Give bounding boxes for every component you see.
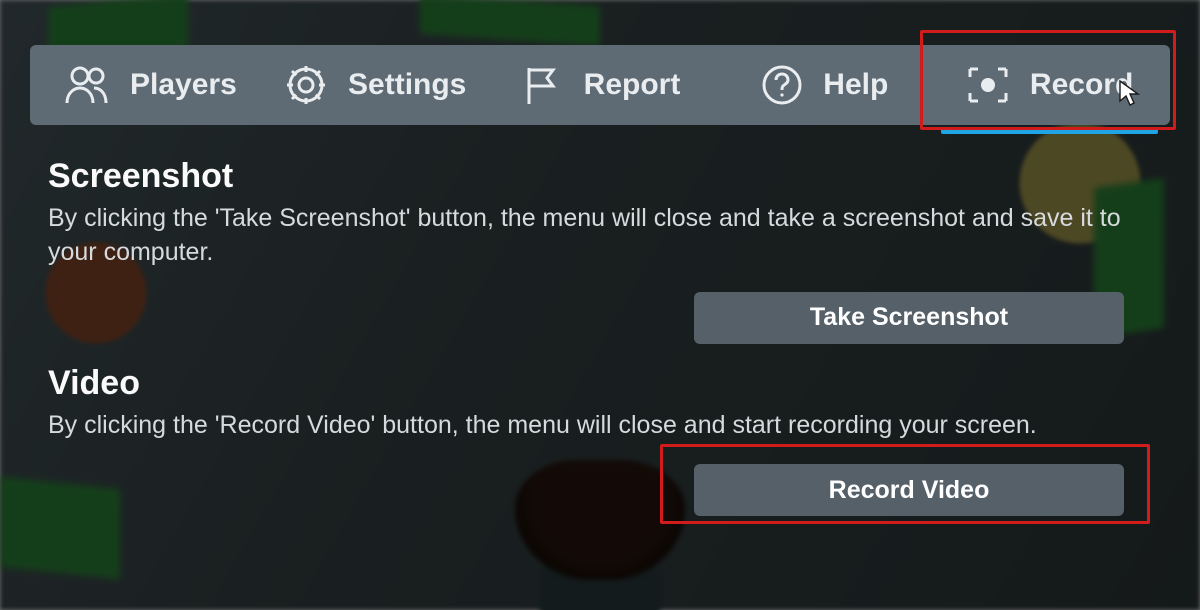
tab-settings[interactable]: Settings — [263, 53, 488, 117]
tab-players[interactable]: Players — [38, 53, 263, 117]
players-icon — [64, 63, 110, 107]
section-screenshot: Screenshot By clicking the 'Take Screens… — [48, 157, 1152, 344]
section-title: Video — [48, 364, 1152, 403]
help-icon — [761, 64, 803, 106]
flag-icon — [520, 63, 564, 107]
record-icon — [966, 65, 1010, 105]
gear-icon — [284, 63, 328, 107]
tab-report[interactable]: Report — [488, 53, 713, 117]
take-screenshot-button[interactable]: Take Screenshot — [694, 292, 1124, 344]
tab-label: Report — [584, 68, 681, 102]
active-tab-underline — [941, 128, 1158, 134]
tab-label: Settings — [348, 68, 466, 102]
record-video-button[interactable]: Record Video — [694, 464, 1124, 516]
tab-label: Record — [1030, 68, 1133, 102]
tab-label: Help — [823, 68, 888, 102]
section-description: By clicking the 'Record Video' button, t… — [48, 409, 1148, 443]
menu-tabbar: Players Settings Report — [30, 45, 1170, 125]
section-video: Video By clicking the 'Record Video' but… — [48, 364, 1152, 517]
tab-help[interactable]: Help — [712, 54, 937, 116]
section-title: Screenshot — [48, 157, 1152, 196]
section-description: By clicking the 'Take Screenshot' button… — [48, 202, 1148, 270]
record-panel: Screenshot By clicking the 'Take Screens… — [48, 145, 1152, 610]
tab-label: Players — [130, 68, 237, 102]
tab-record[interactable]: Record — [937, 55, 1162, 115]
